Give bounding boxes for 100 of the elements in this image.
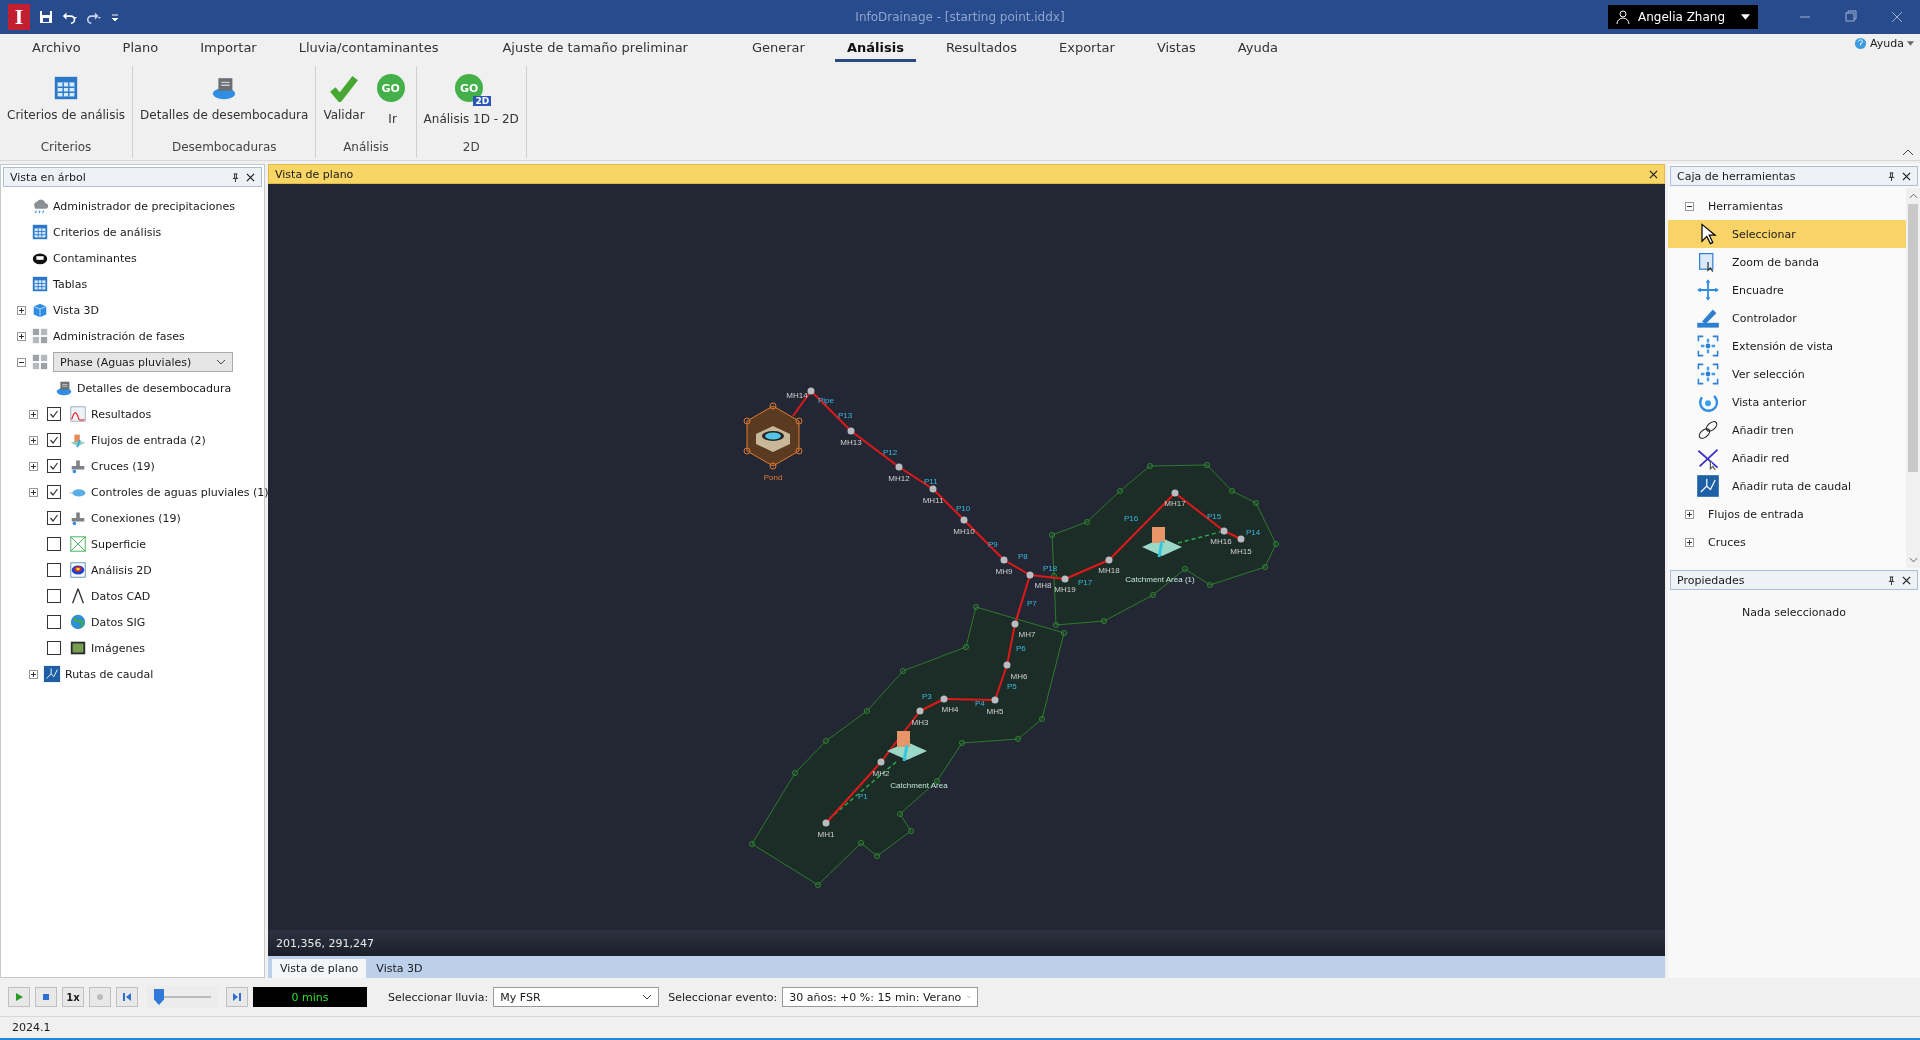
- save-icon[interactable]: [38, 10, 54, 24]
- expand-icon[interactable]: [28, 435, 38, 445]
- menu-tab[interactable]: Ajuste de tamaño preliminar: [490, 36, 700, 62]
- tree-item[interactable]: Conexiones (19): [91, 511, 181, 525]
- tree-item[interactable]: Vista 3D: [53, 303, 100, 317]
- manhole-node[interactable]: [940, 695, 948, 703]
- checkbox[interactable]: [47, 537, 61, 551]
- manhole-node[interactable]: [1105, 556, 1113, 564]
- tree-item[interactable]: Análisis 2D: [91, 563, 152, 577]
- tool-item[interactable]: Ver selección: [1668, 360, 1906, 388]
- checkbox[interactable]: [47, 563, 61, 577]
- checkbox[interactable]: [47, 407, 61, 421]
- expand-icon[interactable]: [28, 409, 38, 419]
- tool-item[interactable]: Vista anterior: [1668, 388, 1906, 416]
- chevron-up-icon[interactable]: [1902, 148, 1914, 156]
- manhole-node[interactable]: [1220, 527, 1228, 535]
- scrollbar[interactable]: [1906, 188, 1920, 568]
- close-icon[interactable]: [246, 172, 255, 182]
- ribbon-button[interactable]: GO Ir: [373, 66, 412, 140]
- toolbox-group[interactable]: Flujos de entrada: [1708, 507, 1804, 521]
- tree-item[interactable]: Detalles de desembocadura: [77, 381, 232, 395]
- ribbon-button[interactable]: GO 2D Análisis 1D - 2D: [420, 66, 522, 140]
- expand-icon[interactable]: [28, 487, 38, 497]
- close-icon[interactable]: [1902, 171, 1911, 181]
- pipe-line[interactable]: [810, 390, 852, 432]
- tool-item[interactable]: Extensión de vista: [1668, 332, 1906, 360]
- tool-item[interactable]: Añadir tren: [1668, 416, 1906, 444]
- expand-icon[interactable]: [16, 305, 26, 315]
- redo-icon[interactable]: [86, 10, 102, 24]
- collapse-icon[interactable]: [16, 357, 26, 367]
- expand-icon[interactable]: [1685, 509, 1694, 519]
- tool-item[interactable]: Añadir red: [1668, 444, 1906, 472]
- manhole-node[interactable]: [1003, 661, 1011, 669]
- toolbox-group[interactable]: Cruces: [1708, 535, 1746, 549]
- view-tab[interactable]: Vista 3D: [368, 959, 431, 978]
- tree-item[interactable]: Resultados: [91, 407, 152, 421]
- pin-icon[interactable]: [231, 172, 240, 182]
- manhole-node[interactable]: [822, 819, 830, 827]
- help-link[interactable]: Ayuda: [1854, 37, 1914, 50]
- tree-item[interactable]: Datos SIG: [91, 615, 146, 629]
- manhole-node[interactable]: [1237, 535, 1245, 543]
- menu-tab[interactable]: Lluvia/contaminantes: [286, 36, 451, 62]
- expand-icon[interactable]: [16, 331, 26, 341]
- slider-thumb[interactable]: [154, 989, 164, 1005]
- building-drawing[interactable]: [1142, 527, 1182, 558]
- speed-button[interactable]: 1x: [62, 987, 84, 1007]
- ribbon-button[interactable]: Validar: [320, 66, 368, 140]
- tool-item[interactable]: Seleccionar: [1668, 220, 1906, 248]
- manhole-node[interactable]: [895, 463, 903, 471]
- tool-item[interactable]: Controlador: [1668, 304, 1906, 332]
- close-icon[interactable]: [1649, 169, 1658, 179]
- checkbox[interactable]: [47, 485, 61, 499]
- manhole-node[interactable]: [1061, 575, 1069, 583]
- manhole-node[interactable]: [1000, 556, 1008, 564]
- view-tab[interactable]: Vista de plano: [272, 959, 367, 978]
- rainfall-dropdown[interactable]: My FSR: [493, 987, 660, 1007]
- menu-tab[interactable]: Generar: [739, 36, 817, 62]
- pin-icon[interactable]: [1887, 575, 1896, 585]
- tree-item[interactable]: Datos CAD: [91, 589, 151, 603]
- event-dropdown[interactable]: 30 años: +0 %: 15 min: Verano: [782, 987, 979, 1007]
- checkbox[interactable]: [47, 459, 61, 473]
- tree-item[interactable]: Cruces (19): [91, 459, 155, 473]
- checkbox[interactable]: [47, 433, 61, 447]
- ribbon-button[interactable]: Criterios de análisis: [4, 66, 129, 140]
- menu-tab[interactable]: Exportar: [1047, 36, 1127, 62]
- play-button[interactable]: [8, 987, 30, 1007]
- manhole-node[interactable]: [991, 696, 999, 704]
- skip-end-button[interactable]: [226, 987, 248, 1007]
- manhole-node[interactable]: [1026, 571, 1034, 579]
- tree-item[interactable]: Tablas: [53, 277, 88, 291]
- pond-drawing[interactable]: [743, 402, 803, 470]
- building-drawing[interactable]: [887, 731, 927, 762]
- undo-icon[interactable]: [62, 10, 78, 24]
- manhole-node[interactable]: [877, 758, 885, 766]
- tree-item[interactable]: Contaminantes: [53, 251, 137, 265]
- tree-item[interactable]: Rutas de caudal: [65, 667, 154, 681]
- pin-icon[interactable]: [1887, 171, 1896, 181]
- tree-item[interactable]: Administrador de precipitaciones: [53, 199, 235, 213]
- manhole-node[interactable]: [807, 387, 815, 395]
- manhole-node[interactable]: [1171, 489, 1179, 497]
- user-menu[interactable]: Angelia Zhang: [1608, 5, 1758, 29]
- phase-dropdown[interactable]: Phase (Aguas pluviales): [53, 352, 233, 372]
- checkbox[interactable]: [47, 641, 61, 655]
- menu-tab[interactable]: Plano: [110, 36, 171, 62]
- tree-item[interactable]: Criterios de análisis: [53, 225, 162, 239]
- toolbox-group[interactable]: Herramientas: [1708, 199, 1783, 213]
- ribbon-button[interactable]: Detalles de desembocadura: [137, 66, 312, 140]
- chevron-down-icon[interactable]: [1908, 557, 1918, 563]
- menu-tab[interactable]: Análisis: [834, 36, 916, 62]
- checkbox[interactable]: [47, 511, 61, 525]
- tree-item[interactable]: Flujos de entrada (2): [91, 433, 206, 447]
- menu-tab[interactable]: Vistas: [1144, 36, 1208, 62]
- menu-tab[interactable]: Archivo: [20, 36, 93, 62]
- tool-item[interactable]: Encuadre: [1668, 276, 1906, 304]
- close-icon[interactable]: [1902, 575, 1911, 585]
- expand-icon[interactable]: [28, 461, 38, 471]
- manhole-node[interactable]: [847, 427, 855, 435]
- checkbox[interactable]: [47, 615, 61, 629]
- tool-item[interactable]: Añadir ruta de caudal: [1668, 472, 1906, 500]
- collapse-icon[interactable]: [1685, 201, 1694, 211]
